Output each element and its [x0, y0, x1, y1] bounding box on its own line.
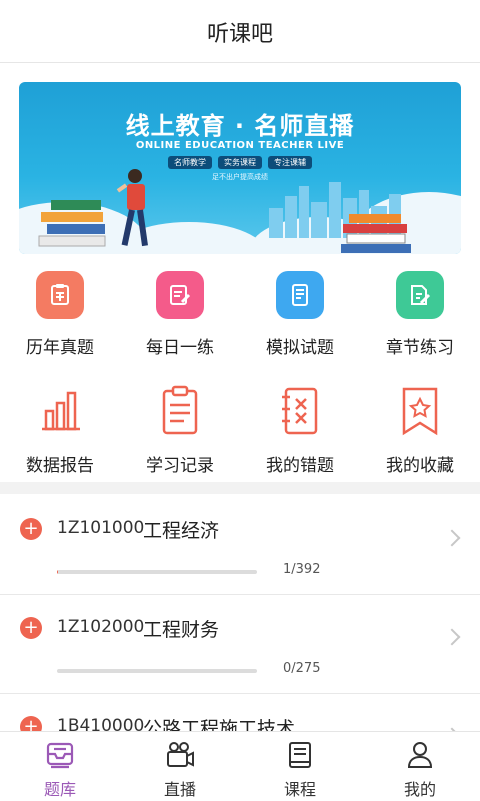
daily-practice-icon: [156, 271, 204, 319]
chevron-right-icon: [443, 628, 461, 646]
tool-data-report[interactable]: 数据报告: [0, 389, 120, 489]
tab-question-bank[interactable]: 题库: [0, 732, 120, 801]
tab-label: 直播: [163, 780, 196, 799]
banner-headline: 线上教育 · 名师直播: [125, 112, 355, 140]
past-exam-icon: [36, 271, 84, 319]
progress-count: 1/392: [283, 562, 321, 577]
tab-label: 题库: [43, 780, 76, 799]
page-title: 听课吧: [206, 22, 273, 47]
progress-bar: [57, 570, 257, 574]
progress-count: 0/275: [283, 661, 321, 676]
banner-tags: 名师教学 实务课程 专注课辅: [19, 156, 461, 169]
expand-plus-icon[interactable]: +: [20, 617, 42, 639]
course-name: 工程财务: [143, 619, 220, 641]
course-book-icon: [289, 742, 311, 768]
live-camera-icon: [167, 742, 194, 767]
expand-plus-icon[interactable]: +: [20, 518, 42, 540]
tool-label: 学习记录: [146, 456, 214, 476]
tool-wrong-questions[interactable]: 我的错题: [240, 387, 360, 489]
wrong-notebook-icon: [282, 387, 318, 435]
quick-link-past-exams[interactable]: 历年真题: [0, 271, 120, 371]
banner-subline: ONLINE EDUCATION TEACHER LIVE: [135, 140, 345, 151]
quick-link-label: 每日一练: [146, 338, 214, 358]
app-header: 听课吧: [0, 0, 480, 63]
tab-live[interactable]: 直播: [120, 732, 240, 801]
tab-course[interactable]: 课程: [240, 732, 360, 801]
tab-label: 课程: [283, 780, 316, 799]
tool-label: 我的错题: [266, 456, 334, 476]
bookmark-star-icon: [402, 387, 438, 436]
tab-label: 我的: [403, 780, 436, 799]
chapter-practice-icon: [396, 271, 444, 319]
tool-label: 数据报告: [26, 456, 94, 476]
tools-grid: 数据报告 学习记录 我的错题 我的收藏: [0, 385, 480, 489]
course-item[interactable]: + 1Z101000 工程经济 1/392: [0, 496, 480, 595]
bar-chart-icon: [42, 391, 80, 431]
chevron-right-icon: [443, 529, 461, 547]
book-stack-illustration: [38, 200, 106, 247]
tool-label: 我的收藏: [386, 456, 454, 476]
quick-link-daily-practice[interactable]: 每日一练: [120, 271, 240, 371]
promo-banner[interactable]: 线上教育 · 名师直播 ONLINE EDUCATION TEACHER LIV…: [19, 82, 461, 254]
question-bank-icon: [46, 742, 74, 769]
banner-tag: 名师教学: [168, 156, 212, 169]
profile-icon: [407, 742, 433, 768]
quick-link-label: 章节练习: [386, 338, 454, 358]
course-code: 1Z102000: [57, 617, 145, 637]
banner-tag: 专注课辅: [268, 156, 312, 169]
banner-tag: 实务课程: [218, 156, 262, 169]
tab-profile[interactable]: 我的: [360, 732, 480, 801]
course-item[interactable]: + 1Z102000 工程财务 0/275: [0, 595, 480, 694]
book-stack-illustration: [341, 214, 411, 253]
quick-links-grid: 历年真题 每日一练 模拟试题 章节练习: [0, 271, 480, 371]
mock-test-icon: [276, 271, 324, 319]
banner-tagline: 足不出户提高成绩: [212, 173, 268, 181]
clipboard-icon: [162, 385, 198, 435]
course-code: 1Z101000: [57, 518, 145, 538]
tool-my-favorites[interactable]: 我的收藏: [360, 387, 480, 489]
quick-link-mock-test[interactable]: 模拟试题: [240, 271, 360, 371]
section-divider: [0, 482, 480, 494]
quick-link-label: 模拟试题: [266, 338, 334, 358]
quick-link-label: 历年真题: [26, 338, 94, 358]
course-name: 工程经济: [143, 520, 220, 542]
tool-study-record[interactable]: 学习记录: [120, 385, 240, 489]
progress-bar: [57, 669, 257, 673]
quick-link-chapter-practice[interactable]: 章节练习: [360, 271, 480, 371]
bottom-tab-bar: 题库 直播 课程 我的: [0, 731, 480, 801]
